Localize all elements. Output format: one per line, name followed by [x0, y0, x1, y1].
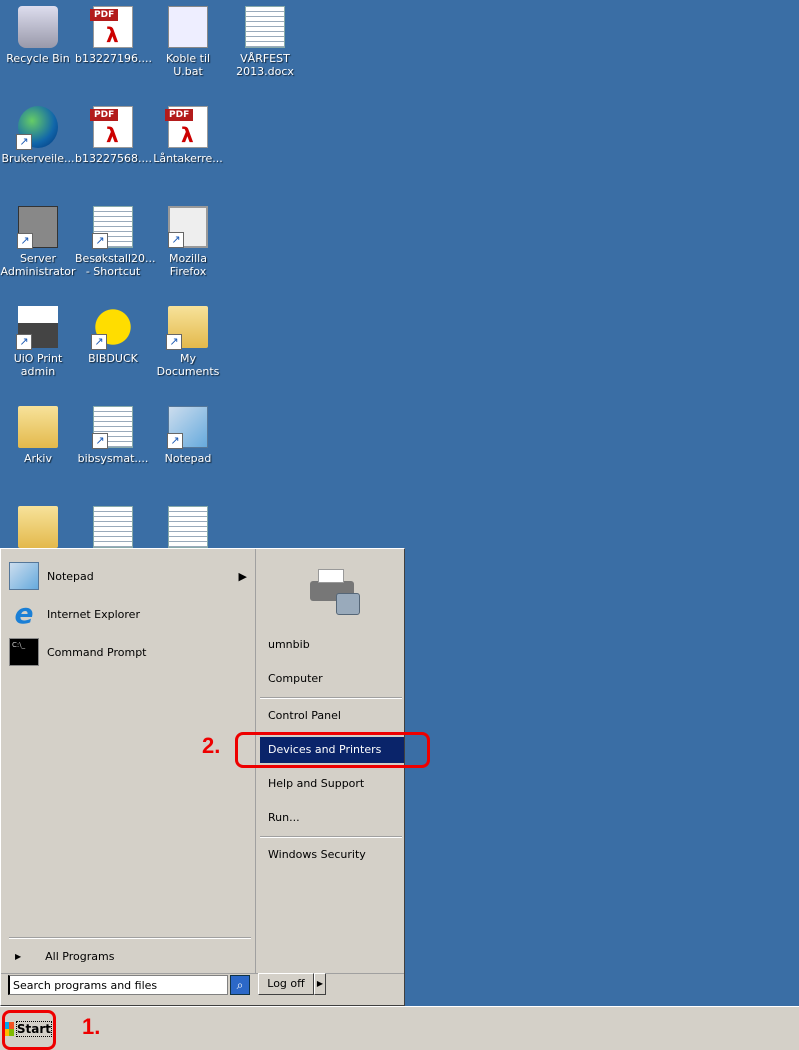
- desktop-icon[interactable]: Koble til U.bat: [150, 0, 226, 78]
- place-user[interactable]: umnbib: [260, 632, 404, 658]
- all-programs-button[interactable]: ▶ All Programs: [9, 945, 249, 967]
- globe-icon: [16, 106, 58, 150]
- search-icon[interactable]: ⌕: [230, 975, 250, 995]
- desktop-icon-label: b13227196....: [75, 52, 152, 65]
- desktop-icon[interactable]: Notepad: [150, 400, 226, 465]
- program-internet-explorer[interactable]: e Internet Explorer: [9, 597, 249, 631]
- cmd-icon: C:\_: [9, 638, 39, 666]
- folder-icon: [18, 406, 58, 448]
- doc-icon: [93, 506, 133, 548]
- divider: [260, 836, 402, 838]
- search-input[interactable]: Search programs and files: [8, 975, 228, 995]
- desktop-icon-label: Server Administrator: [0, 252, 76, 278]
- program-command-prompt[interactable]: C:\_ Command Prompt: [9, 635, 249, 669]
- place-windows-security[interactable]: Windows Security: [260, 842, 404, 868]
- desktop-icon[interactable]: [0, 500, 76, 552]
- desktop-icon-label: VÅRFEST 2013.docx: [236, 52, 294, 78]
- desktop-icon-label: b13227568....: [75, 152, 152, 165]
- desktop-icon-label: My Documents: [156, 352, 220, 378]
- desktop-icon-label: Notepad: [164, 452, 212, 465]
- window-icon: [168, 206, 208, 248]
- desktop-icon[interactable]: [75, 500, 151, 552]
- divider: [260, 697, 402, 699]
- doc-icon: [168, 506, 208, 548]
- highlight-devices-printers: [235, 732, 430, 768]
- program-label: Internet Explorer: [47, 607, 140, 621]
- folder-icon: [166, 306, 208, 350]
- shutdown-options-button[interactable]: ▶: [314, 973, 326, 995]
- bin-icon: [18, 6, 58, 48]
- place-control-panel[interactable]: Control Panel: [260, 703, 404, 729]
- log-off-button[interactable]: Log off: [258, 973, 314, 995]
- notepad-icon: [9, 562, 39, 590]
- divider: [9, 937, 251, 939]
- printer-icon: [16, 306, 58, 350]
- taskbar: Start: [0, 1006, 799, 1050]
- pdf-icon: [90, 106, 133, 148]
- annotation-step-2: 2.: [202, 733, 221, 758]
- desktop-icon-label: Recycle Bin: [6, 52, 70, 65]
- desktop-icon[interactable]: VÅRFEST 2013.docx: [227, 0, 303, 78]
- desktop-icon-label: Koble til U.bat: [165, 52, 211, 78]
- desktop-icon-label: Brukerveile...: [1, 152, 75, 165]
- pdf-icon: [165, 106, 208, 148]
- arrow-right-icon: ▶: [15, 951, 22, 961]
- ie-icon: e: [14, 597, 34, 630]
- desktop-icon[interactable]: [150, 500, 226, 552]
- desktop-icon[interactable]: Recycle Bin: [0, 0, 76, 65]
- start-menu: Notepad ▶ e Internet Explorer C:\_ Comma…: [0, 548, 405, 1006]
- program-notepad[interactable]: Notepad ▶: [9, 559, 249, 593]
- doc-icon: [245, 6, 285, 48]
- desktop-icon[interactable]: b13227568....: [75, 100, 152, 165]
- desktop-icon[interactable]: My Documents: [150, 300, 226, 378]
- desktop-icon[interactable]: Låntakerre...: [150, 100, 226, 165]
- desktop-icon-label: Mozilla Firefox: [169, 252, 207, 278]
- desktop-icon[interactable]: b13227196....: [75, 0, 152, 65]
- divider: [1, 973, 404, 974]
- excel-icon: [92, 206, 133, 249]
- desktop-icon[interactable]: bibsysmat....: [75, 400, 151, 465]
- desktop-icon[interactable]: Brukerveile...: [0, 100, 76, 165]
- server-icon: [17, 206, 58, 249]
- program-label: Notepad: [47, 569, 94, 583]
- desktop-icon[interactable]: Arkiv: [0, 400, 76, 465]
- desktop-icon[interactable]: UiO Print admin: [0, 300, 76, 378]
- start-menu-programs: Notepad ▶ e Internet Explorer C:\_ Comma…: [5, 553, 253, 971]
- pdf-icon: [90, 6, 133, 48]
- desktop-icon[interactable]: BIBDUCK: [75, 300, 151, 365]
- desktop-icon-label: Arkiv: [24, 452, 52, 465]
- desktop-icon-label: bibsysmat....: [77, 452, 149, 465]
- highlight-start: [2, 1010, 56, 1050]
- desktop-icon-label: Besøkstall20... - Shortcut: [75, 252, 156, 278]
- desktop-icon-label: Låntakerre...: [153, 152, 223, 165]
- desktop-icon-label: BIBDUCK: [88, 352, 138, 365]
- desktop-icon[interactable]: Besøkstall20... - Shortcut: [75, 200, 156, 278]
- bat-icon: [168, 6, 208, 48]
- submenu-arrow-icon: ▶: [238, 569, 247, 583]
- doc-icon: [92, 406, 133, 449]
- place-help-and-support[interactable]: Help and Support: [260, 771, 404, 797]
- all-programs-label: All Programs: [45, 949, 115, 963]
- place-computer[interactable]: Computer: [260, 666, 404, 692]
- desktop-icon[interactable]: Mozilla Firefox: [150, 200, 226, 278]
- desktop-icon-label: UiO Print admin: [13, 352, 63, 378]
- duck-icon: [91, 306, 133, 350]
- notepad-icon: [167, 406, 208, 449]
- program-label: Command Prompt: [47, 645, 147, 659]
- desktop-icon[interactable]: Server Administrator: [0, 200, 76, 278]
- folder-icon: [18, 506, 58, 548]
- devices-printers-icon: [302, 567, 362, 619]
- place-run[interactable]: Run...: [260, 805, 404, 831]
- annotation-step-1: 1.: [82, 1014, 101, 1039]
